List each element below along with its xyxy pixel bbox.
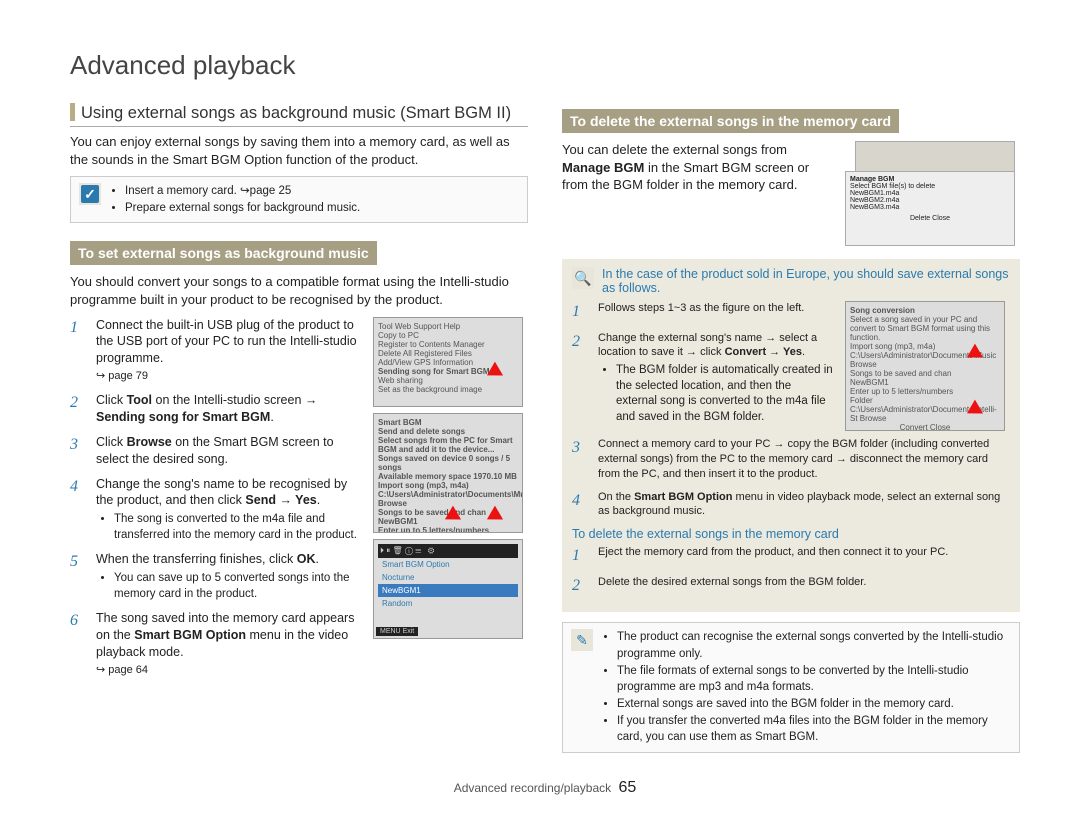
step-number: 6 — [70, 610, 86, 678]
note-item: Prepare external songs for background mu… — [125, 200, 360, 217]
steps-list: 1 Connect the built-in USB plug of the p… — [70, 317, 363, 678]
step-number: 5 — [70, 551, 86, 602]
step-number: 1 — [572, 301, 588, 323]
page-footer: Advanced recording/playback 65 — [70, 779, 1020, 797]
prerequisite-note: Insert a memory card. ↪page 25 Prepare e… — [70, 176, 528, 223]
check-icon — [79, 183, 101, 205]
step-number: 3 — [572, 437, 588, 482]
step-number: 2 — [572, 575, 588, 597]
step-number: 2 — [572, 331, 588, 426]
band-intro: You should convert your songs to a compa… — [70, 273, 528, 308]
step-number: 4 — [572, 490, 588, 520]
screenshot-smart-bgm: Smart BGM Send and delete songs Select s… — [373, 413, 523, 533]
step-number: 4 — [70, 476, 86, 544]
screenshot-song-conversion: Song conversion Select a song saved in y… — [845, 301, 1005, 431]
subheading-band-delete: To delete the external songs in the memo… — [562, 109, 899, 133]
step-number: 1 — [572, 545, 588, 567]
step-number: 1 — [70, 317, 86, 385]
subheading-band-set: To set external songs as background musi… — [70, 241, 377, 265]
note-item: If you transfer the converted m4a files … — [617, 713, 1011, 746]
screenshot-bgm-option: ⏵ ⏸ 🗑 ⓘ ☰ ⚙ Smart BGM Option Nocturne Ne… — [373, 539, 523, 639]
note-item: External songs are saved into the BGM fo… — [617, 696, 1011, 713]
bottom-note: The product can recognise the external s… — [562, 622, 1020, 753]
note-item: Insert a memory card. ↪page 25 — [125, 183, 360, 200]
delete-subheading: To delete the external songs in the memo… — [572, 527, 1010, 541]
magnifier-icon — [572, 267, 594, 289]
screenshots-stack: Tool Web Support Help Copy to PC Registe… — [373, 317, 528, 686]
left-column: Using external songs as background music… — [70, 103, 528, 765]
screenshot-manage-bgm: Manage BGM Select BGM file(s) to delete … — [845, 141, 1020, 251]
screenshot-tool-menu: Tool Web Support Help Copy to PC Registe… — [373, 317, 523, 407]
note-item: The file formats of external songs to be… — [617, 663, 1011, 696]
accent-bar-icon — [70, 103, 75, 121]
callout-title: In the case of the product sold in Europ… — [602, 267, 1010, 295]
section-heading-left: Using external songs as background music… — [70, 103, 528, 127]
note-item: The product can recognise the external s… — [617, 629, 1011, 662]
pencil-icon — [571, 629, 593, 651]
right-column: To delete the external songs in the memo… — [562, 103, 1020, 765]
step-number: 2 — [70, 392, 86, 426]
intro-text-left: You can enjoy external songs by saving t… — [70, 133, 528, 168]
delete-intro: You can delete the external songs from M… — [562, 141, 835, 249]
step-number: 3 — [70, 434, 86, 468]
europe-callout-box: In the case of the product sold in Europ… — [562, 259, 1020, 612]
page-number: 65 — [618, 779, 636, 796]
page-title: Advanced playback — [70, 50, 1020, 81]
